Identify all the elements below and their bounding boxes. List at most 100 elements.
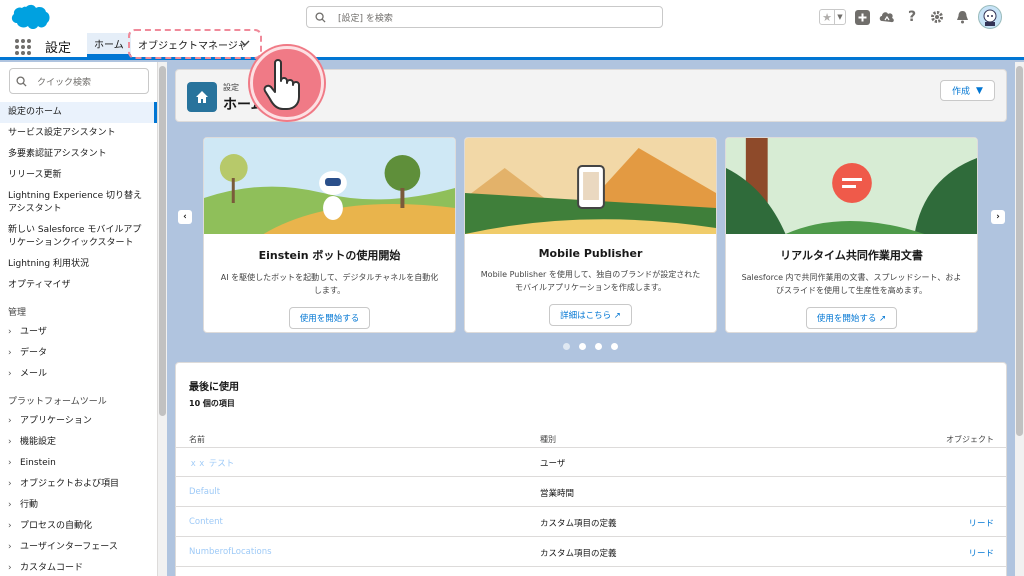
row-name-link[interactable]: NumberofLocations xyxy=(189,547,272,557)
sidebar-item-user-interface[interactable]: › ユーザインターフェース xyxy=(0,537,157,558)
row-type: 営業時間 xyxy=(540,489,575,499)
sidebar-item-lightning-transition[interactable]: Lightning Experience 切り替えアシスタント xyxy=(0,186,157,220)
favorites-toggle[interactable]: ★ ▼ xyxy=(819,9,846,25)
sidebar-item-custom-code[interactable]: › カスタムコード xyxy=(0,558,157,576)
table-row: Default 営業時間 xyxy=(176,477,1006,507)
setup-carousel: ‹ › Einstein ボットの使用開始 AI を駆使したボットを起動して、デ… xyxy=(175,126,1007,356)
card-description: Salesforce 内で共同作業用の文書、スプレッドシート、およびスライドを使… xyxy=(741,273,962,295)
get-started-button[interactable]: 使用を開始する xyxy=(288,307,371,329)
collaboration-docs-illustration xyxy=(726,138,977,234)
page-eyebrow: 設定 xyxy=(223,83,239,92)
app-launcher-icon[interactable] xyxy=(15,39,31,55)
chevron-right-icon: › xyxy=(8,521,12,531)
quick-find-placeholder: クイック検索 xyxy=(37,77,92,88)
sidebar-item-einstein[interactable]: › Einstein xyxy=(0,453,157,474)
sidebar-item-release-updates[interactable]: リリース更新 xyxy=(0,165,157,186)
tab-object-manager[interactable]: オブジェクトマネージャ xyxy=(128,29,262,59)
einstein-bot-illustration xyxy=(204,138,455,234)
chevron-right-icon: › xyxy=(8,327,12,337)
user-avatar[interactable] xyxy=(978,5,1002,29)
row-object-link[interactable]: リード xyxy=(968,517,994,529)
card-title: リアルタイム共同作業用文書 xyxy=(780,249,923,262)
card-title: Mobile Publisher xyxy=(538,247,643,260)
sidebar-item-service-setup-assistant[interactable]: サービス設定アシスタント xyxy=(0,123,157,144)
sidebar-item-mobile-quickstart[interactable]: 新しい Salesforce モバイルアプリケーションクイックスタート xyxy=(0,220,157,254)
chevron-right-icon: › xyxy=(8,500,12,510)
carousel-prev-icon[interactable]: ‹ xyxy=(178,210,192,224)
column-type: 種別 xyxy=(540,435,556,444)
bell-icon[interactable] xyxy=(953,8,971,26)
external-link-icon: ↗ xyxy=(879,314,887,324)
get-started-button[interactable]: 使用を開始する ↗ xyxy=(805,307,898,329)
sidebar-item-objects-fields[interactable]: › オブジェクトおよび項目 xyxy=(0,474,157,495)
chevron-right-icon: › xyxy=(8,348,12,358)
carousel-dot[interactable] xyxy=(563,343,570,350)
pointer-hand-icon xyxy=(250,46,324,120)
setup-search-input[interactable]: [設定] を検索 xyxy=(306,6,663,28)
column-name: 名前 xyxy=(189,435,205,444)
main-scrollbar[interactable] xyxy=(1015,62,1024,576)
add-icon[interactable] xyxy=(853,8,871,26)
card-description: AI を駆使したボットを起動して、デジタルチャネルを自動化します。 xyxy=(220,273,439,295)
carousel-card-quip: リアルタイム共同作業用文書 Salesforce 内で共同作業用の文書、スプレッ… xyxy=(725,137,978,333)
mobile-publisher-illustration xyxy=(465,138,716,234)
sidebar-item-mfa-assistant[interactable]: 多要素認証アシスタント xyxy=(0,144,157,165)
row-name-link[interactable]: Content xyxy=(189,517,223,527)
chevron-right-icon: › xyxy=(8,458,12,468)
tab-home[interactable]: ホーム xyxy=(87,33,131,57)
chevron-right-icon: › xyxy=(8,563,12,573)
sidebar-item-lightning-usage[interactable]: Lightning 利用状況 xyxy=(0,254,157,275)
app-navigation: 設定 ホーム オブジェクトマネージャ xyxy=(0,29,1024,60)
carousel-card-mobile-publisher: Mobile Publisher Mobile Publisher を使用して、… xyxy=(464,137,717,333)
search-icon xyxy=(315,11,326,23)
table-row: ｘｘ テスト ユーザ xyxy=(176,447,1006,477)
chevron-right-icon: › xyxy=(8,369,12,379)
row-name-link[interactable]: Default xyxy=(189,487,220,497)
chevron-down-icon[interactable] xyxy=(240,39,250,50)
carousel-dot[interactable] xyxy=(611,343,618,350)
setup-sidebar: クイック検索 設定のホーム サービス設定アシスタント 多要素認証アシスタント リ… xyxy=(0,62,158,576)
sidebar-section-admin: 管理 xyxy=(8,308,27,318)
quick-find-input[interactable]: クイック検索 xyxy=(9,68,149,94)
favorite-star-icon[interactable]: ★ xyxy=(820,10,834,24)
setup-gear-icon[interactable] xyxy=(928,8,946,26)
chevron-right-icon: › xyxy=(8,416,12,426)
table-row: Content カスタム項目の定義 リード xyxy=(176,507,1006,537)
sidebar-item-events[interactable]: › 行動 xyxy=(0,495,157,516)
row-type: ユーザ xyxy=(540,459,566,469)
carousel-indicators xyxy=(563,343,618,350)
sidebar-section-platform-tools: プラットフォームツール xyxy=(8,397,107,407)
carousel-dot[interactable] xyxy=(595,343,602,350)
create-button[interactable]: 作成 ▼ xyxy=(940,80,995,101)
table-header: 名前 種別 オブジェクト xyxy=(176,428,1006,448)
sidebar-item-data[interactable]: › データ xyxy=(0,343,157,364)
salesforce-logo[interactable] xyxy=(10,4,50,30)
external-link-icon: ↗ xyxy=(613,311,621,321)
sidebar-item-apps[interactable]: › アプリケーション xyxy=(0,411,157,432)
carousel-dot[interactable] xyxy=(579,343,586,350)
row-object-link[interactable]: リード xyxy=(968,547,994,559)
sidebar-item-setup-home[interactable]: 設定のホーム xyxy=(0,102,157,123)
table-row: NumberofLocations カスタム項目の定義 リード xyxy=(176,537,1006,567)
row-type: カスタム項目の定義 xyxy=(540,519,617,529)
sidebar-item-feature-settings[interactable]: › 機能設定 xyxy=(0,432,157,453)
trailhead-icon[interactable] xyxy=(878,8,896,26)
chevron-down-icon: ▼ xyxy=(976,85,983,96)
sidebar-item-process-automation[interactable]: › プロセスの自動化 xyxy=(0,516,157,537)
search-icon xyxy=(16,75,27,87)
sidebar-item-email[interactable]: › メール xyxy=(0,364,157,385)
chevron-down-icon[interactable]: ▼ xyxy=(834,10,845,24)
create-button-label: 作成 xyxy=(952,87,971,97)
sidebar-scrollbar[interactable] xyxy=(158,62,167,576)
carousel-next-icon[interactable]: › xyxy=(991,210,1005,224)
card-title: Einstein ボットの使用開始 xyxy=(258,249,401,262)
chevron-right-icon: › xyxy=(8,479,12,489)
chevron-right-icon: › xyxy=(8,437,12,447)
sidebar-item-users[interactable]: › ユーザ xyxy=(0,322,157,343)
recently-viewed-card: 最後に使用 10 個の項目 名前 種別 オブジェクト ｘｘ テスト ユーザ De… xyxy=(175,362,1007,576)
tab-object-manager-label: オブジェクトマネージャ xyxy=(138,40,248,52)
row-name-link[interactable]: ｘｘ テスト xyxy=(189,457,234,469)
sidebar-item-optimizer[interactable]: オプティマイザ xyxy=(0,275,157,296)
learn-more-button[interactable]: 詳細はこちら ↗ xyxy=(549,304,632,326)
help-icon[interactable]: ? xyxy=(903,8,921,26)
